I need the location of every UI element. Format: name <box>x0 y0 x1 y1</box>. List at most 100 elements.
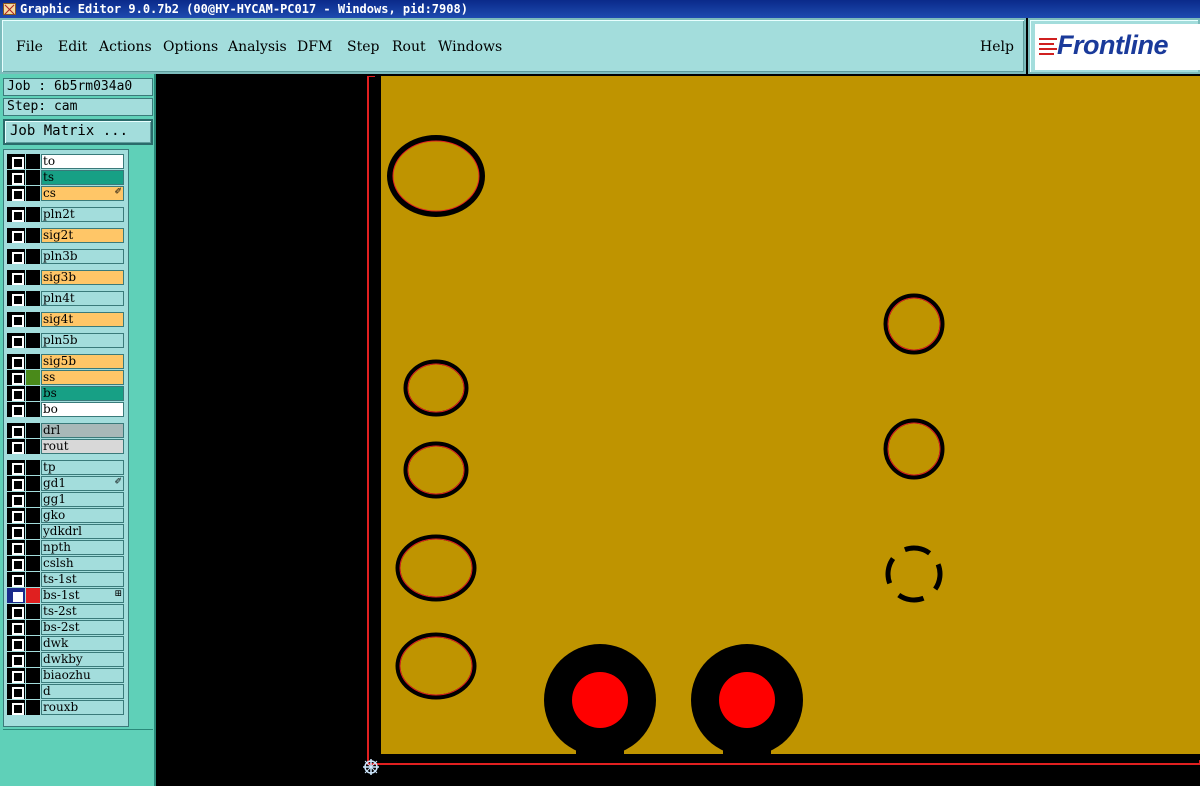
layer-checkbox[interactable] <box>7 636 25 651</box>
layer-row[interactable]: bs-2st <box>7 620 125 635</box>
layer-checkbox[interactable] <box>7 684 25 699</box>
layer-color-swatch[interactable] <box>26 508 40 523</box>
layer-name[interactable]: ss <box>41 370 124 385</box>
layer-name[interactable]: bo <box>41 402 124 417</box>
layer-name[interactable]: sig4t <box>41 312 124 327</box>
layer-name[interactable]: sig5b <box>41 354 124 369</box>
layer-color-swatch[interactable] <box>26 228 40 243</box>
layer-row[interactable]: npth <box>7 540 125 555</box>
layer-name[interactable]: bs <box>41 386 124 401</box>
layer-row[interactable]: bs <box>7 386 125 401</box>
layer-checkbox[interactable] <box>7 249 25 264</box>
layer-checkbox[interactable] <box>7 402 25 417</box>
layer-name[interactable]: cslsh <box>41 556 124 571</box>
layer-color-swatch[interactable] <box>26 370 40 385</box>
layer-color-swatch[interactable] <box>26 291 40 306</box>
layer-checkbox[interactable] <box>7 370 25 385</box>
layer-row[interactable]: drl <box>7 423 125 438</box>
layer-color-swatch[interactable] <box>26 423 40 438</box>
layer-checkbox[interactable] <box>7 291 25 306</box>
layer-name[interactable]: rout <box>41 439 124 454</box>
layer-color-swatch[interactable] <box>26 186 40 201</box>
layer-checkbox[interactable] <box>7 492 25 507</box>
layer-row[interactable]: ts-2st <box>7 604 125 619</box>
layer-checkbox[interactable] <box>7 556 25 571</box>
layer-name[interactable]: ts <box>41 170 124 185</box>
layer-row[interactable]: to <box>7 154 125 169</box>
layer-color-swatch[interactable] <box>26 700 40 715</box>
layer-color-swatch[interactable] <box>26 460 40 475</box>
layer-checkbox[interactable] <box>7 588 25 603</box>
menu-analysis[interactable]: Analysis <box>228 39 287 55</box>
layer-name[interactable]: npth <box>41 540 124 555</box>
layer-checkbox[interactable] <box>7 604 25 619</box>
layer-row[interactable]: pln4t <box>7 291 125 306</box>
layer-color-swatch[interactable] <box>26 652 40 667</box>
layer-row[interactable]: rouxb <box>7 700 125 715</box>
layer-color-swatch[interactable] <box>26 636 40 651</box>
job-matrix-button[interactable]: Job Matrix ... <box>3 119 153 145</box>
layer-row[interactable]: ss <box>7 370 125 385</box>
window-title-bar[interactable]: Graphic Editor 9.0.7b2 (00@HY-HYCAM-PC01… <box>0 0 1200 18</box>
layer-name[interactable]: gd1 <box>41 476 124 491</box>
layer-checkbox[interactable] <box>7 620 25 635</box>
layer-checkbox[interactable] <box>7 460 25 475</box>
layer-row[interactable]: gko <box>7 508 125 523</box>
layer-name[interactable]: gg1 <box>41 492 124 507</box>
layer-checkbox[interactable] <box>7 228 25 243</box>
layer-checkbox[interactable] <box>7 423 25 438</box>
layer-row[interactable]: dwk <box>7 636 125 651</box>
layer-row[interactable]: bo <box>7 402 125 417</box>
layer-checkbox[interactable] <box>7 170 25 185</box>
layer-color-swatch[interactable] <box>26 556 40 571</box>
layer-row[interactable]: ts <box>7 170 125 185</box>
layer-checkbox[interactable] <box>7 270 25 285</box>
menu-step[interactable]: Step <box>347 39 379 55</box>
layer-row[interactable]: gd1 ✐ <box>7 476 125 491</box>
menu-windows[interactable]: Windows <box>438 39 502 55</box>
layer-checkbox[interactable] <box>7 524 25 539</box>
menu-actions[interactable]: Actions <box>99 39 152 55</box>
layer-name[interactable]: bs-2st <box>41 620 124 635</box>
layer-row[interactable]: sig3b <box>7 270 125 285</box>
layer-name[interactable]: dwk <box>41 636 124 651</box>
layer-color-swatch[interactable] <box>26 572 40 587</box>
layer-row[interactable]: cslsh <box>7 556 125 571</box>
layer-row[interactable]: cs ✐ <box>7 186 125 201</box>
layer-row[interactable]: pln5b <box>7 333 125 348</box>
layer-name[interactable]: pln5b <box>41 333 124 348</box>
layer-name[interactable]: cs <box>41 186 124 201</box>
layer-name[interactable]: pln4t <box>41 291 124 306</box>
layer-color-swatch[interactable] <box>26 312 40 327</box>
layer-name[interactable]: tp <box>41 460 124 475</box>
layer-name[interactable]: biaozhu <box>41 668 124 683</box>
layer-checkbox[interactable] <box>7 186 25 201</box>
layer-checkbox[interactable] <box>7 668 25 683</box>
layer-name[interactable]: d <box>41 684 124 699</box>
layer-color-swatch[interactable] <box>26 439 40 454</box>
layer-checkbox[interactable] <box>7 700 25 715</box>
layer-color-swatch[interactable] <box>26 620 40 635</box>
layer-row[interactable]: sig5b <box>7 354 125 369</box>
layer-color-swatch[interactable] <box>26 270 40 285</box>
layer-checkbox[interactable] <box>7 540 25 555</box>
menu-file[interactable]: File <box>16 39 43 55</box>
layer-row[interactable]: tp <box>7 460 125 475</box>
layer-name[interactable]: pln3b <box>41 249 124 264</box>
layer-name[interactable]: pln2t <box>41 207 124 222</box>
layer-row[interactable]: ts-1st <box>7 572 125 587</box>
layer-checkbox[interactable] <box>7 508 25 523</box>
layer-row[interactable]: rout <box>7 439 125 454</box>
layer-color-swatch[interactable] <box>26 249 40 264</box>
layer-row[interactable]: sig4t <box>7 312 125 327</box>
layer-color-swatch[interactable] <box>26 668 40 683</box>
layer-checkbox[interactable] <box>7 652 25 667</box>
menu-options[interactable]: Options <box>163 39 218 55</box>
layer-name[interactable]: gko <box>41 508 124 523</box>
layer-name[interactable]: rouxb <box>41 700 124 715</box>
layer-name[interactable]: ts-2st <box>41 604 124 619</box>
layer-name[interactable]: ts-1st <box>41 572 124 587</box>
layer-color-swatch[interactable] <box>26 402 40 417</box>
layer-color-swatch[interactable] <box>26 386 40 401</box>
layer-row[interactable]: bs-1st ⊞ <box>7 588 125 603</box>
